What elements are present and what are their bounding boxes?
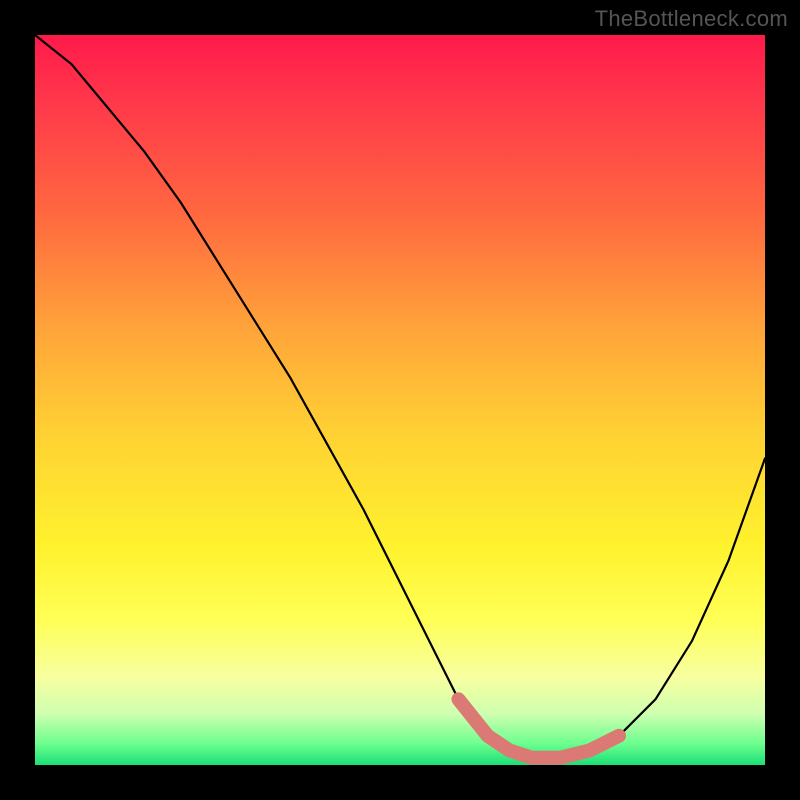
watermark-text: TheBottleneck.com	[595, 6, 788, 32]
plot-area	[35, 35, 765, 765]
bottleneck-curve-path	[35, 35, 765, 758]
optimal-zone-path	[458, 699, 619, 757]
curve-layer	[35, 35, 765, 765]
chart-frame: TheBottleneck.com	[0, 0, 800, 800]
